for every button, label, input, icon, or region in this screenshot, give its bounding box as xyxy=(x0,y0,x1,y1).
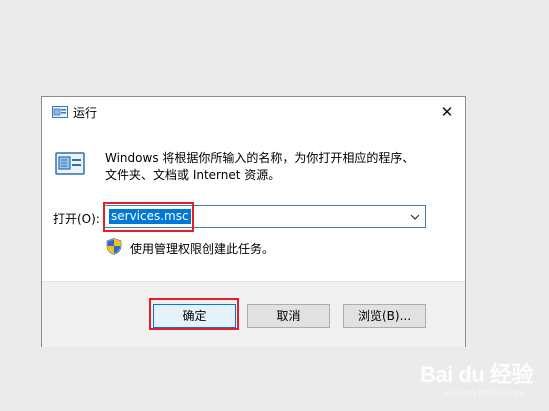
watermark-brand: Bai du 经验 xyxy=(420,362,533,387)
chevron-down-icon[interactable] xyxy=(408,209,422,225)
open-combobox[interactable]: services.msc xyxy=(104,205,426,228)
close-icon: ✕ xyxy=(440,103,454,121)
description-text: Windows 将根据你所输入的名称，为你打开相应的程序、 文件夹、文档或 In… xyxy=(105,150,445,184)
open-label: 打开(O): xyxy=(53,212,100,226)
open-input[interactable]: services.msc xyxy=(109,209,191,224)
title-bar[interactable]: 运行 ✕ xyxy=(42,97,465,127)
window-title: 运行 xyxy=(73,106,98,120)
close-button[interactable]: ✕ xyxy=(435,100,459,124)
run-large-icon xyxy=(55,151,85,177)
watermark-url: jingyan.baidu.com xyxy=(444,388,525,399)
run-dialog: 运行 ✕ Windows 将根据你所输入的名称，为你打开相应的程序、 文件夹、文… xyxy=(41,96,466,347)
cancel-button[interactable]: 取消 xyxy=(247,304,330,328)
run-app-icon xyxy=(52,105,68,119)
baidu-jingyan-watermark: Bai du 经验 jingyan.baidu.com xyxy=(418,355,546,407)
description-line-1: Windows 将根据你所输入的名称，为你打开相应的程序、 xyxy=(105,151,415,165)
ok-button[interactable]: 确定 xyxy=(153,304,236,328)
button-bar: 确定 取消 浏览(B)... xyxy=(42,281,465,347)
uac-shield-icon xyxy=(106,238,122,255)
browse-button[interactable]: 浏览(B)... xyxy=(343,304,426,328)
description-line-2: 文件夹、文档或 Internet 资源。 xyxy=(105,168,281,182)
admin-privilege-note: 使用管理权限创建此任务。 xyxy=(130,242,275,256)
